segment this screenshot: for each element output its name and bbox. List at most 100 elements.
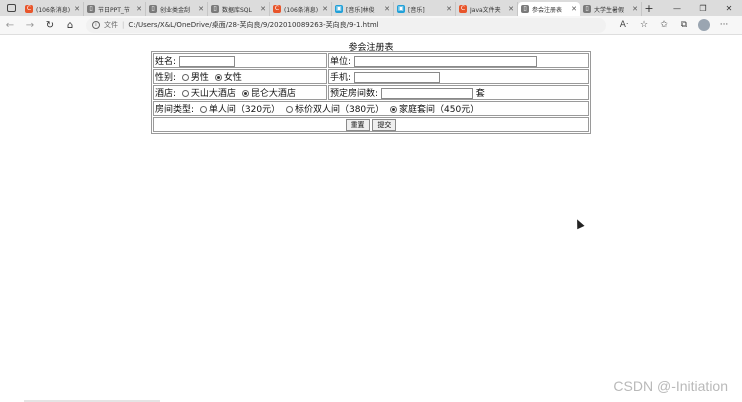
tab-actions-button[interactable] — [0, 0, 22, 16]
tab-title: [音乐] — [408, 6, 425, 14]
table-row: 姓名: 单位: — [153, 53, 589, 68]
browser-tab[interactable]: C Java文件夹 ✕ — [456, 2, 518, 16]
favorites-button[interactable]: ✩ — [654, 16, 674, 34]
window-controls: — ❐ ✕ — [664, 0, 742, 16]
tab-title: Java文件夹 — [470, 6, 501, 14]
new-tab-button[interactable]: + — [642, 1, 656, 15]
tab-title: (106条消息) — [284, 6, 319, 14]
tab-close-icon[interactable]: ✕ — [446, 5, 452, 13]
forward-button[interactable]: → — [20, 16, 40, 34]
hotel-radio-kunlun[interactable] — [241, 90, 249, 97]
room-type-radio-single[interactable] — [199, 106, 207, 113]
tab-favicon-icon: ▣ — [335, 5, 343, 13]
address-separator: | — [122, 21, 125, 29]
room-type-radio-double[interactable] — [285, 106, 293, 113]
browser-tab[interactable]: C (106条消息) ✕ — [270, 2, 332, 16]
browser-tab[interactable]: ▣ [音乐] ✕ — [394, 2, 456, 16]
tab-favicon-icon: C — [273, 5, 281, 13]
gender-radio-female[interactable] — [214, 74, 222, 81]
toolbar-right: Aᐧ ☆ ✩ ⧉ ··· — [614, 16, 742, 34]
browser-window: C (106条消息) ✕ ▯ 节日PPT_节 ✕ ▯ 创业类金刮 ✕ ▯ 数据库SQL ✕ C (106条… — [0, 0, 742, 402]
close-window-button[interactable]: ✕ — [716, 0, 742, 16]
unit-input[interactable] — [353, 56, 537, 67]
tab-title: 数据库SQL — [222, 6, 252, 14]
tab-favicon-icon: ▯ — [87, 5, 95, 13]
tab-close-icon[interactable]: ✕ — [136, 5, 142, 13]
hotel-radio-tianshan[interactable] — [181, 90, 189, 97]
profile-avatar[interactable] — [698, 19, 710, 31]
navigation-bar: ← → ↻ ⌂ i 文件 | C:/Users/X&L/OneDrive/桌面/… — [0, 16, 742, 35]
refresh-icon: ↻ — [45, 19, 55, 31]
minimize-button[interactable]: — — [664, 0, 690, 16]
tab-favicon-icon: ▯ — [521, 5, 529, 13]
page-content: 参会注册表 姓名: 单位: 性别: 男性 女性 手机: 酒店: 天山大酒店 昆仑… — [0, 36, 742, 402]
tab-title: 大学生暑假 — [594, 6, 625, 14]
browser-tab[interactable]: ▯ 节日PPT_节 ✕ — [84, 2, 146, 16]
address-bar[interactable]: i 文件 | C:/Users/X&L/OneDrive/桌面/28-芙向良/9… — [86, 17, 606, 33]
browser-tab[interactable]: ▯ 参会注册表 ✕ — [518, 2, 580, 16]
gender-cell: 性别: 男性 女性 — [153, 69, 327, 84]
name-label: 姓名: — [155, 57, 177, 67]
room-type-label: 房间类型: — [155, 105, 195, 115]
tab-close-icon[interactable]: ✕ — [198, 5, 204, 13]
favorite-add-button[interactable]: ☆ — [634, 16, 654, 34]
forward-arrow-icon: → — [25, 19, 35, 31]
home-button[interactable]: ⌂ — [60, 16, 80, 34]
tab-actions-icon — [6, 4, 16, 12]
reset-button[interactable]: 重置 — [345, 118, 370, 131]
more-menu-button[interactable]: ··· — [714, 16, 734, 34]
rooms-input[interactable] — [380, 88, 473, 99]
tab-list: C (106条消息) ✕ ▯ 节日PPT_节 ✕ ▯ 创业类金刮 ✕ ▯ 数据库SQL ✕ C (106条… — [22, 0, 642, 16]
room-type-cell: 房间类型: 单人间（320元） 标价双人间（380元） 家庭套间（450元） — [153, 101, 589, 116]
tab-close-icon[interactable]: ✕ — [508, 5, 514, 13]
tab-close-icon[interactable]: ✕ — [632, 5, 638, 13]
mouse-cursor-icon — [573, 217, 585, 230]
tab-title: 节日PPT_节 — [98, 6, 130, 14]
rooms-cell: 预定房间数: 套 — [328, 85, 589, 100]
refresh-button[interactable]: ↻ — [40, 16, 60, 34]
info-icon: i — [92, 21, 100, 29]
maximize-button[interactable]: ❐ — [690, 0, 716, 16]
browser-tab[interactable]: ▯ 大学生暑假 ✕ — [580, 2, 642, 16]
back-arrow-icon: ← — [5, 19, 15, 31]
tab-close-icon[interactable]: ✕ — [74, 5, 80, 13]
phone-cell: 手机: — [328, 69, 589, 84]
name-cell: 姓名: — [153, 53, 327, 68]
submit-button[interactable]: 提交 — [372, 118, 397, 131]
room-type-radio-family[interactable] — [390, 106, 398, 113]
hotel-option-tianshan: 天山大酒店 — [190, 89, 236, 99]
room-type-option-single: 单人间（320元） — [208, 105, 281, 115]
tab-close-icon[interactable]: ✕ — [322, 5, 328, 13]
gender-radio-male[interactable] — [181, 74, 189, 81]
collections-button[interactable]: ⧉ — [674, 16, 694, 34]
home-icon: ⌂ — [66, 19, 74, 31]
tab-close-icon[interactable]: ✕ — [384, 5, 390, 13]
gender-label: 性别: — [155, 73, 177, 83]
hotel-option-kunlun: 昆仑大酒店 — [250, 89, 296, 99]
address-url: C:/Users/X&L/OneDrive/桌面/28-芙向良/9/202010… — [128, 21, 379, 29]
tab-close-icon[interactable]: ✕ — [260, 5, 266, 13]
table-row: 酒店: 天山大酒店 昆仑大酒店 预定房间数: 套 — [153, 85, 589, 100]
hotel-label: 酒店: — [155, 89, 177, 99]
room-type-option-family: 家庭套间（450元） — [399, 105, 480, 115]
tab-title: [音乐]林俊 — [346, 6, 375, 14]
unit-label: 单位: — [330, 57, 352, 67]
watermark: CSDN @-Initiation — [613, 378, 728, 394]
tab-favicon-icon: ▣ — [397, 5, 405, 13]
tab-close-icon[interactable]: ✕ — [571, 5, 577, 13]
table-row: 性别: 男性 女性 手机: — [153, 69, 589, 84]
browser-tab[interactable]: ▣ [音乐]林俊 ✕ — [332, 2, 394, 16]
browser-tab[interactable]: C (106条消息) ✕ — [22, 2, 84, 16]
tab-title: 参会注册表 — [532, 6, 563, 14]
table-row: 重置 提交 — [153, 117, 589, 132]
gender-option-female: 女性 — [223, 73, 242, 83]
browser-tab[interactable]: ▯ 创业类金刮 ✕ — [146, 2, 208, 16]
phone-input[interactable] — [353, 72, 440, 83]
browser-tab[interactable]: ▯ 数据库SQL ✕ — [208, 2, 270, 16]
read-aloud-button[interactable]: Aᐧ — [614, 16, 634, 34]
phone-label: 手机: — [330, 73, 352, 83]
registration-table: 姓名: 单位: 性别: 男性 女性 手机: 酒店: 天山大酒店 昆仑大酒店 预定… — [151, 51, 591, 134]
back-button[interactable]: ← — [0, 16, 20, 34]
rooms-label: 预定房间数: — [330, 89, 379, 99]
name-input[interactable] — [178, 56, 235, 67]
